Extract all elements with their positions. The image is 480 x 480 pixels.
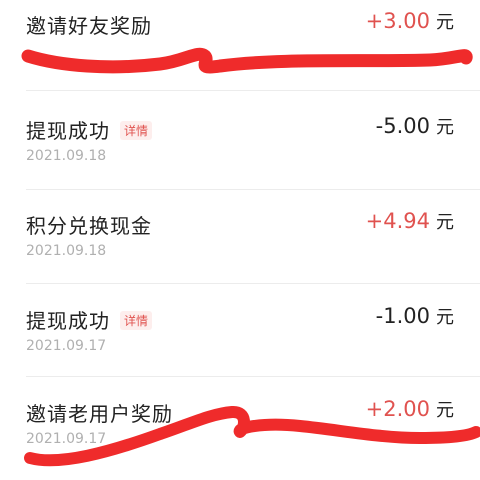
row-divider xyxy=(26,283,480,284)
amount-value: +4.94 xyxy=(365,209,430,233)
transaction-title: 提现成功 详情 xyxy=(26,305,153,334)
detail-tag[interactable]: 详情 xyxy=(120,121,153,140)
amount-value: +2.00 xyxy=(365,397,430,421)
transaction-amount: +4.94 元 xyxy=(366,208,454,234)
transaction-row[interactable]: 提现成功 详情 2021.09.17 -1.00 元 xyxy=(0,285,480,371)
amount-value: -5.00 xyxy=(375,114,430,138)
transaction-title-text: 提现成功 xyxy=(26,119,110,143)
row-divider xyxy=(26,90,480,91)
transaction-title: 积分兑换现金 xyxy=(26,210,152,239)
transaction-title-text: 积分兑换现金 xyxy=(26,214,152,238)
transaction-title-text: 邀请老用户奖励 xyxy=(26,402,173,426)
transaction-list: 邀请好友奖励 +3.00 元 提现成功 详情 2021.09.18 -5.00 元 积… xyxy=(0,0,480,480)
transaction-date: 2021.09.17 xyxy=(26,338,107,354)
transaction-date: 2021.09.18 xyxy=(26,148,107,164)
transaction-date: 2021.09.18 xyxy=(26,243,107,259)
row-divider xyxy=(26,376,480,377)
transaction-title: 提现成功 详情 xyxy=(26,115,153,144)
currency-unit: 元 xyxy=(436,212,454,233)
transaction-title: 邀请老用户奖励 xyxy=(26,398,173,427)
transaction-title-text: 提现成功 xyxy=(26,309,110,333)
currency-unit: 元 xyxy=(436,117,454,138)
currency-unit: 元 xyxy=(436,12,454,33)
detail-tag[interactable]: 详情 xyxy=(120,311,153,330)
transaction-title-text: 邀请好友奖励 xyxy=(26,14,152,38)
transaction-amount: -1.00 元 xyxy=(376,303,454,329)
transaction-row[interactable]: 邀请老用户奖励 2021.09.17 +2.00 元 xyxy=(0,378,480,464)
transaction-row[interactable]: 邀请好友奖励 +3.00 元 xyxy=(0,0,480,76)
transaction-row[interactable]: 提现成功 详情 2021.09.18 -5.00 元 xyxy=(0,95,480,181)
transaction-amount: -5.00 元 xyxy=(376,113,454,139)
currency-unit: 元 xyxy=(436,307,454,328)
transaction-amount: +2.00 元 xyxy=(366,396,454,422)
amount-value: +3.00 xyxy=(365,9,430,33)
currency-unit: 元 xyxy=(436,400,454,421)
transaction-date: 2021.09.17 xyxy=(26,431,107,447)
transaction-title: 邀请好友奖励 xyxy=(26,10,152,39)
amount-value: -1.00 xyxy=(375,304,430,328)
transaction-row[interactable]: 积分兑换现金 2021.09.18 +4.94 元 xyxy=(0,190,480,276)
transaction-amount: +3.00 元 xyxy=(366,8,454,34)
